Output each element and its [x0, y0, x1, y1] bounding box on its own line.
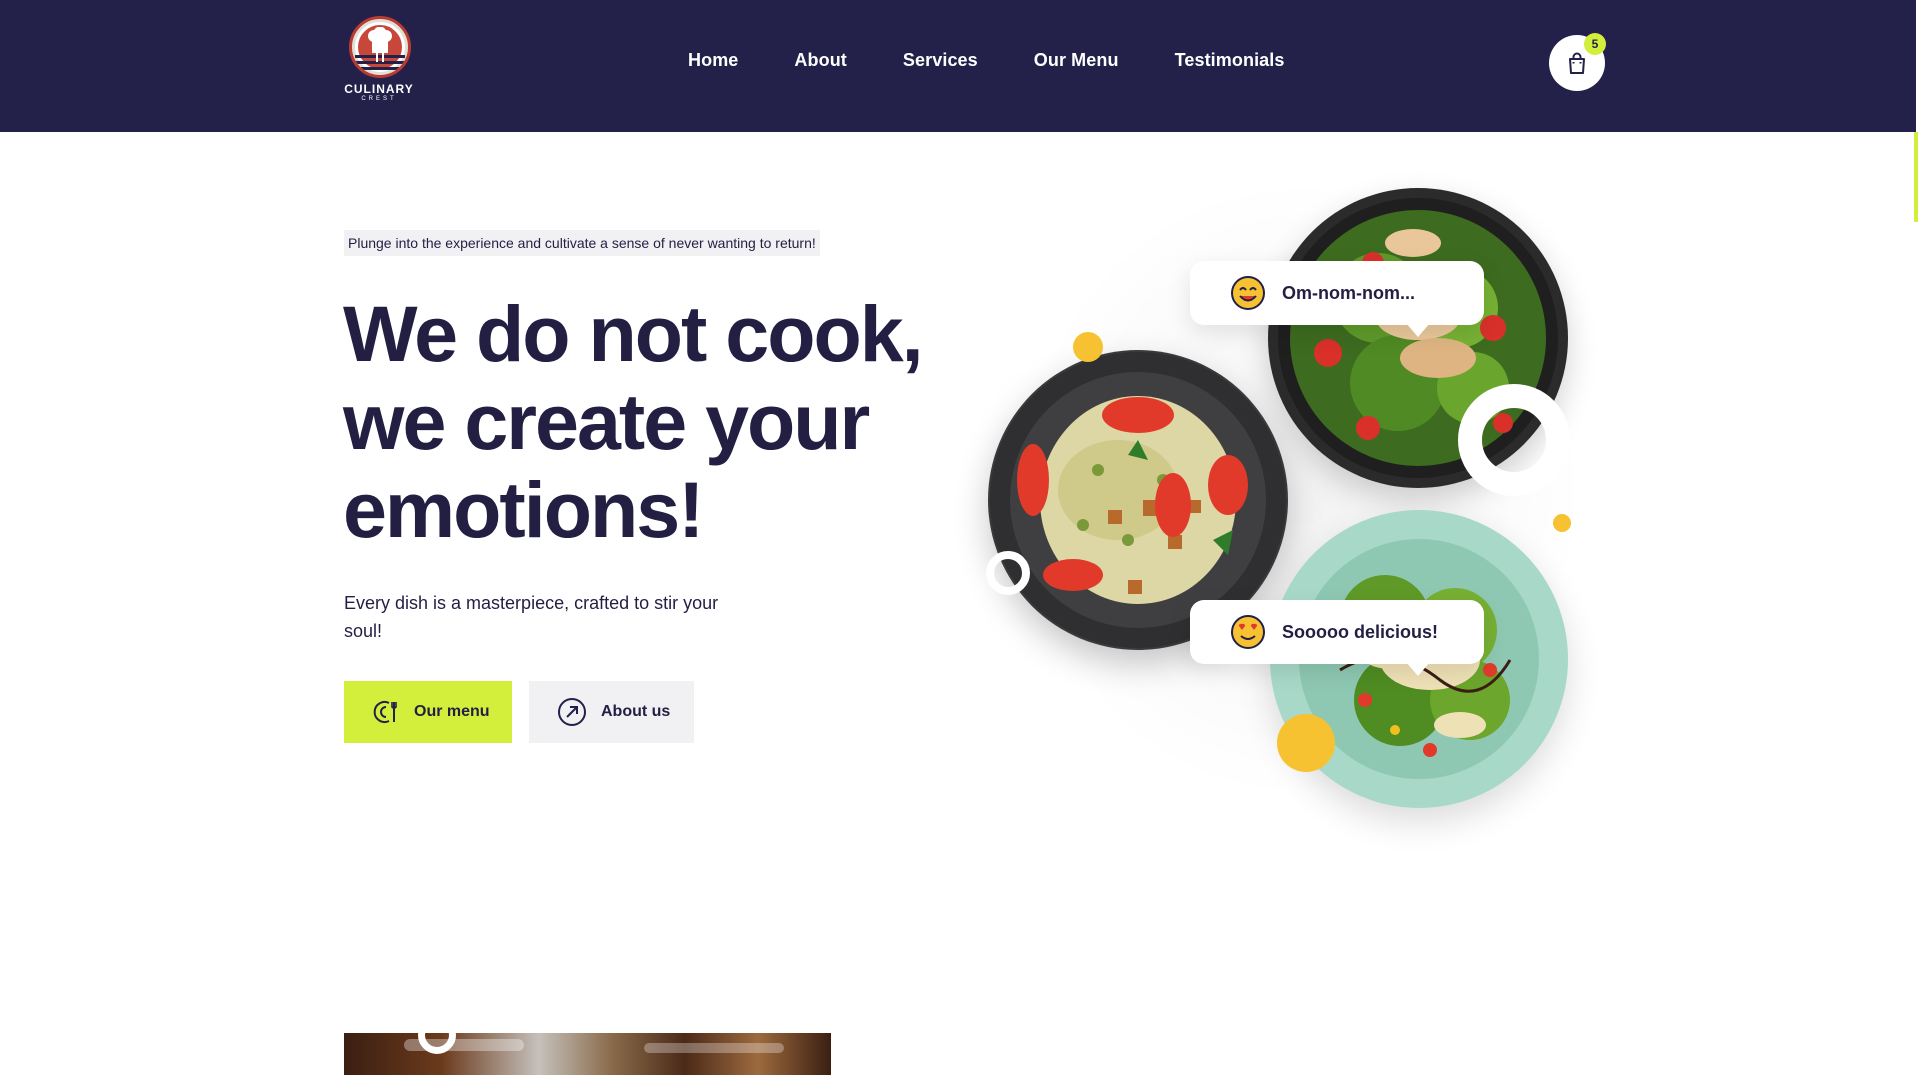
decor-ring-small-lower [418, 1016, 456, 1054]
review-text-delicious: Sooooo delicious! [1282, 621, 1438, 642]
nav-services[interactable]: Services [903, 50, 978, 71]
cart-button[interactable]: 5 [1549, 33, 1606, 91]
decor-dot-small-top [1073, 332, 1103, 362]
site-header: CULINARY CREST Home About Services Our M… [0, 0, 1916, 132]
about-us-label: About us [601, 703, 671, 720]
logo-badge [349, 16, 411, 78]
our-menu-label: Our menu [414, 703, 490, 720]
headline-line-1: We do not cook, [343, 289, 924, 378]
review-bubble-delicious: Sooooo delicious! [1190, 600, 1484, 676]
nav-testimonials[interactable]: Testimonials [1175, 50, 1285, 71]
plate-cutlery-icon [373, 701, 397, 723]
nav-home[interactable]: Home [688, 50, 738, 71]
heart-eyes-face-icon [1231, 615, 1265, 649]
decor-ring-small-left [986, 551, 1030, 595]
hero-subtext: Every dish is a masterpiece, crafted to … [344, 593, 719, 641]
brand-name: CULINARY [344, 82, 414, 96]
main-nav: Home About Services Our Menu Testimonial… [688, 50, 1285, 71]
smiling-face-icon [1231, 276, 1265, 310]
decor-dot-large-bottom [1277, 714, 1335, 772]
headline-line-2: we create your [343, 377, 870, 466]
hero-tagline: Plunge into the experience and cultivate… [344, 230, 820, 256]
decor-ring-large [1458, 384, 1570, 496]
brand-logo[interactable]: CULINARY CREST [340, 16, 418, 108]
decor-dot-tiny-right [1553, 514, 1571, 532]
about-us-button[interactable]: About us [529, 681, 694, 743]
nav-our-menu[interactable]: Our Menu [1034, 50, 1119, 71]
restaurant-interior-image [344, 1033, 831, 1075]
scroll-indicator [1914, 132, 1918, 222]
review-text-om-nom: Om-nom-nom... [1282, 282, 1415, 303]
nav-about[interactable]: About [794, 50, 846, 71]
our-menu-button[interactable]: Our menu [344, 681, 512, 743]
cart-count-badge: 5 [1584, 33, 1606, 55]
headline-line-3: emotions! [343, 465, 704, 554]
review-bubble-om-nom: Om-nom-nom... [1190, 261, 1484, 337]
hero-headline: We do not cook, we create your emotions! [343, 290, 963, 554]
shopping-bag-icon [1569, 52, 1585, 74]
brand-subname: CREST [361, 96, 397, 102]
chef-hat-icon [368, 27, 392, 62]
arrow-up-right-circle-icon [558, 698, 586, 726]
